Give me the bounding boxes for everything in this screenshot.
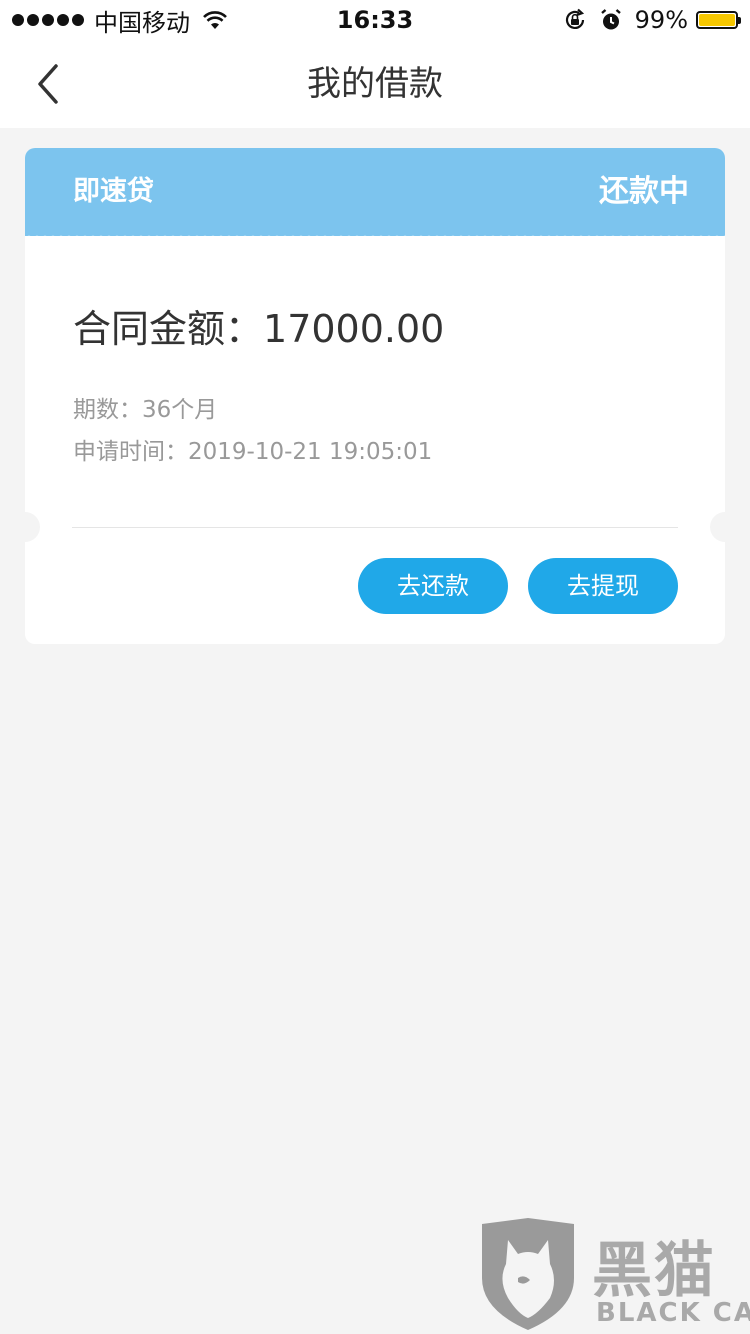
term-label: 期数： [73, 397, 142, 423]
card-header: 即速贷 还款中 [25, 148, 725, 236]
battery-percent: 99% [634, 6, 688, 34]
repay-button[interactable]: 去还款 [358, 558, 508, 614]
apply-time-value: 2019-10-21 19:05:01 [188, 439, 433, 465]
contract-amount-label: 合同金额： [73, 307, 264, 351]
apply-time-row: 申请时间：2019-10-21 19:05:01 [73, 432, 432, 466]
loan-card: 即速贷 还款中 合同金额：17000.00 期数：36个月 申请时间：2019-… [25, 148, 725, 644]
scallop-edge [25, 232, 725, 240]
black-cat-logo-icon [482, 1218, 574, 1330]
battery-fill [699, 14, 735, 26]
product-name: 即速贷 [73, 176, 154, 207]
rotation-lock-icon [565, 8, 584, 29]
watermark-text-en: BLACK CAT [596, 1298, 750, 1328]
alarm-icon [600, 9, 621, 30]
nav-bar: 我的借款 [0, 40, 750, 128]
contract-amount: 合同金额：17000.00 [73, 298, 444, 353]
loan-status: 还款中 [599, 174, 689, 209]
withdraw-button[interactable]: 去提现 [528, 558, 678, 614]
watermark-text-cn: 黑猫 [592, 1236, 716, 1306]
page-title: 我的借款 [307, 64, 443, 104]
term-row: 期数：36个月 [73, 390, 217, 424]
contract-amount-value: 17000.00 [263, 307, 445, 351]
apply-time-label: 申请时间： [73, 439, 188, 465]
status-bar: 中国移动 16:33 99% [0, 0, 750, 40]
card-divider [72, 527, 678, 528]
card-notch-left [25, 512, 40, 542]
term-value: 36个月 [142, 397, 218, 423]
card-notch-right [710, 512, 725, 542]
status-right: 99% [563, 4, 741, 36]
battery-icon [696, 11, 741, 29]
black-cat-watermark: 黑猫 BLACK CAT [478, 1218, 750, 1330]
